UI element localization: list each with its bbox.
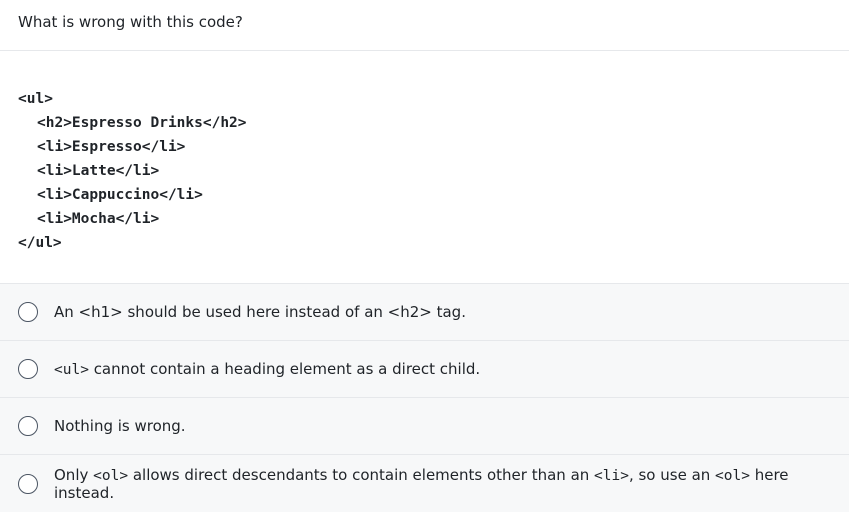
code-line: </ul> [18,235,62,251]
answer-option-3[interactable]: Nothing is wrong. [0,398,849,455]
radio-button-icon[interactable] [18,416,38,436]
code-line: <h2>Espresso Drinks</h2> [37,115,247,131]
option-text-segment: Nothing is wrong. [54,417,186,435]
code-line: <li>Cappuccino</li> [37,187,203,203]
code-line: <li>Mocha</li> [37,211,160,227]
answer-option-1[interactable]: An <h1> should be used here instead of a… [0,284,849,341]
option-code-segment: <ol> [93,467,129,484]
option-code-segment: <ol> [715,467,750,484]
code-block: <ul> <h2>Espresso Drinks</h2> <li>Espres… [0,51,849,284]
option-label: Nothing is wrong. [54,417,186,435]
option-text-segment: allows direct descendants to contain ele… [128,465,595,484]
radio-button-icon[interactable] [18,473,38,494]
option-code-segment: <li> [594,467,629,484]
radio-button-icon[interactable] [18,302,38,322]
code-line: <li>Espresso</li> [37,139,186,155]
code-line: <li>Latte</li> [37,163,160,179]
answer-option-4[interactable]: Only <ol> allows direct descendants to c… [0,455,849,512]
radio-button-icon[interactable] [18,359,38,379]
option-label: An <h1> should be used here instead of a… [54,303,466,321]
option-text-segment: cannot contain a heading element as a di… [88,360,481,378]
code-line: <ul> [18,91,53,107]
option-text-segment: , so use an [628,465,716,484]
option-label: Only <ol> allows direct descendants to c… [54,466,849,502]
option-code-segment: <ul> [54,362,89,378]
answer-options: An <h1> should be used here instead of a… [0,284,849,512]
answer-option-2[interactable]: <ul> cannot contain a heading element as… [0,341,849,398]
option-text-segment: An <h1> should be used here instead of a… [54,303,466,321]
option-label: <ul> cannot contain a heading element as… [54,360,480,378]
question-text: What is wrong with this code? [0,0,849,51]
option-text-segment: Only [54,465,94,484]
